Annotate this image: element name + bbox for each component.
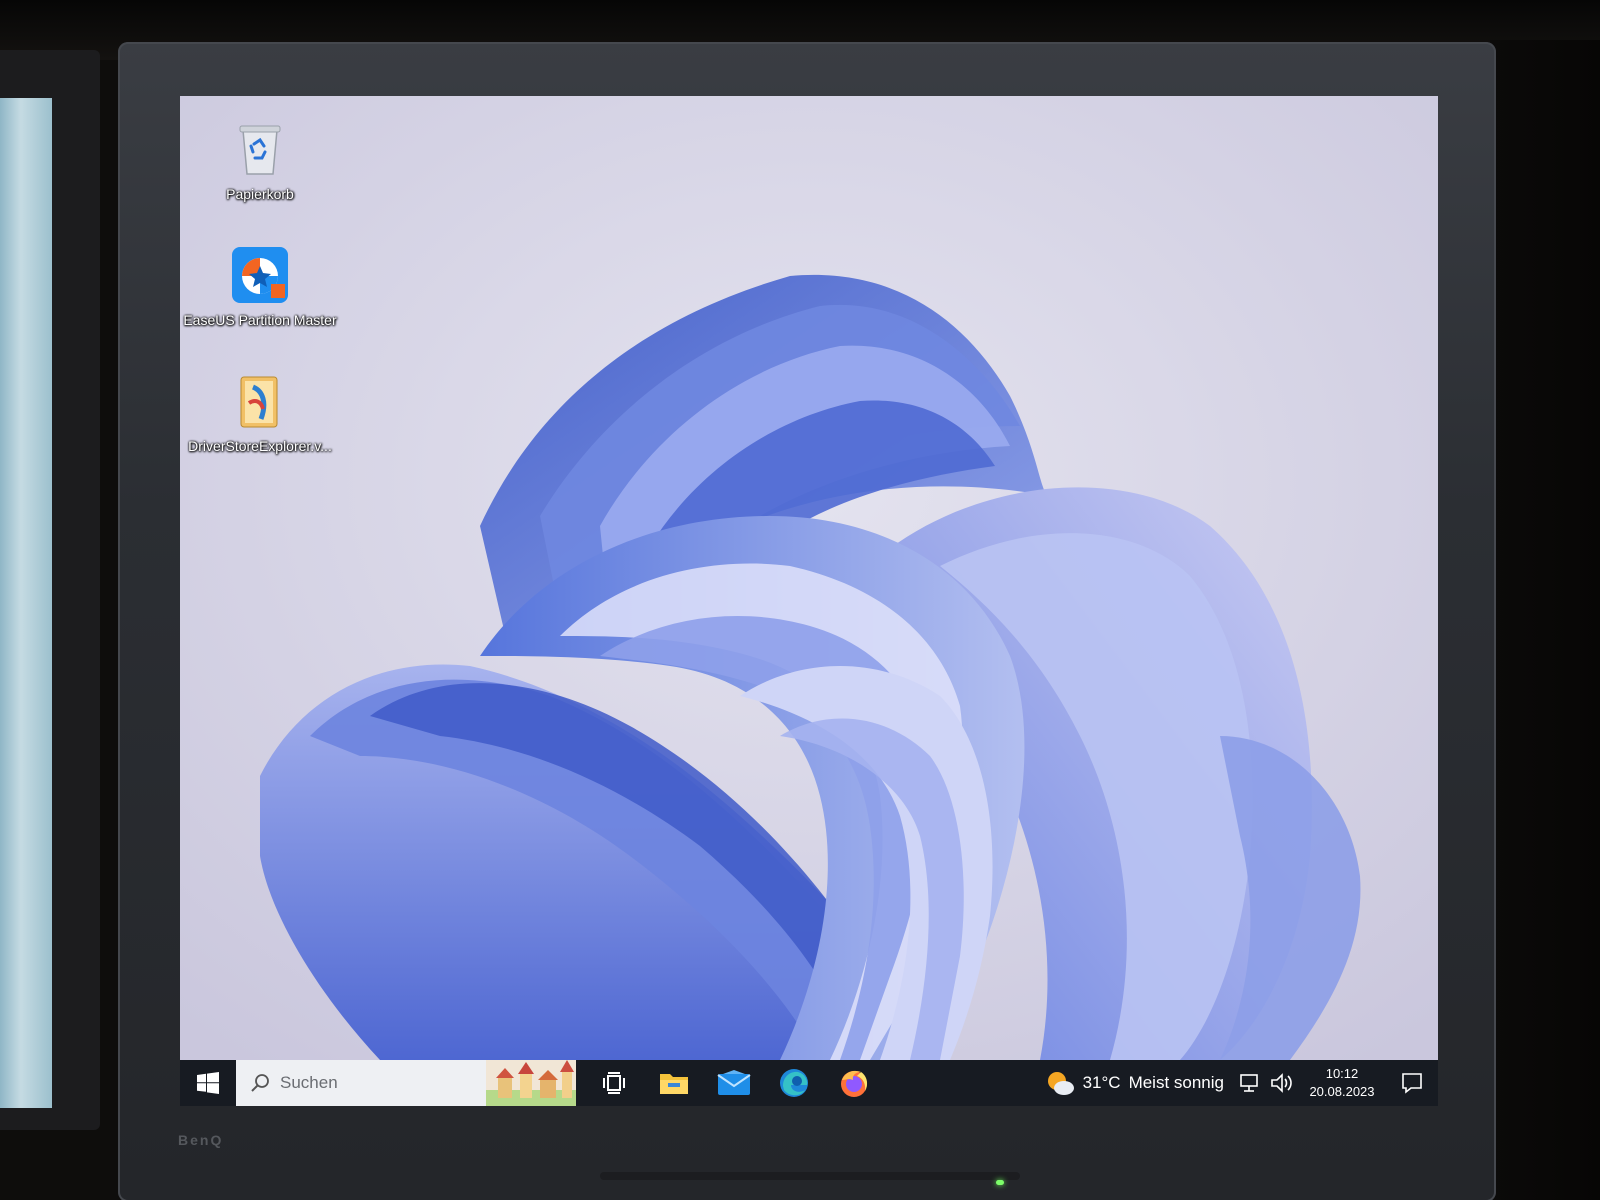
adjacent-monitor — [0, 50, 100, 1130]
recycle-bin-icon — [229, 118, 291, 180]
clock-time: 10:12 — [1325, 1066, 1359, 1081]
sun-cloud-icon — [1047, 1072, 1074, 1095]
network-icon — [1240, 1074, 1258, 1092]
taskbar-mail[interactable] — [704, 1060, 764, 1106]
windows-logo-icon — [197, 1072, 219, 1094]
room-shadow — [1490, 40, 1600, 1200]
driverstore-explorer-icon — [229, 370, 291, 432]
adjacent-monitor-screen — [0, 98, 52, 1108]
search-box[interactable]: Suchen — [236, 1060, 576, 1106]
monitor-brand-logo: BenQ — [178, 1132, 224, 1148]
volume-button[interactable] — [1266, 1060, 1298, 1106]
weather-temperature: 31°C — [1082, 1073, 1121, 1092]
notification-center-button[interactable] — [1386, 1060, 1438, 1106]
folder-icon — [660, 1074, 688, 1094]
wallpaper — [180, 96, 1438, 1060]
search-placeholder: Suchen — [280, 1073, 338, 1092]
weather-condition: Meist sonnig — [1128, 1073, 1224, 1092]
search-highlight-illustration — [486, 1060, 576, 1106]
volume-icon — [1271, 1073, 1292, 1093]
power-led — [996, 1180, 1004, 1185]
desktop-icon-label: Papierkorb — [226, 186, 294, 202]
taskbar: Suchen 31°C Meist sonnig 10:12 20.08.202… — [180, 1060, 1438, 1106]
notification-icon — [1402, 1073, 1422, 1094]
firefox-icon — [841, 1070, 868, 1097]
desktop-screen: Papierkorb EaseUS Partition Master Drive — [180, 96, 1438, 1106]
task-view-icon — [603, 1072, 625, 1094]
easeus-partition-master-icon — [229, 244, 291, 306]
edge-icon — [780, 1069, 808, 1097]
clock-date: 20.08.2023 — [1309, 1084, 1375, 1099]
network-button[interactable] — [1234, 1060, 1266, 1106]
desktop-icon-label: DriverStoreExplorer.v... — [188, 438, 332, 454]
clock[interactable]: 10:12 20.08.2023 — [1298, 1060, 1386, 1106]
desktop-icon-label: EaseUS Partition Master — [183, 312, 337, 328]
taskbar-file-explorer[interactable] — [644, 1060, 704, 1106]
monitor-button-strip — [600, 1172, 1020, 1180]
system-tray: 31°C Meist sonnig 10:12 20.08.2023 — [1035, 1060, 1438, 1106]
desktop-icon-recycle-bin[interactable]: Papierkorb — [180, 118, 340, 202]
desktop-icon-easeus-partition-master[interactable]: EaseUS Partition Master — [180, 244, 340, 328]
taskbar-edge[interactable] — [764, 1060, 824, 1106]
taskbar-firefox[interactable] — [824, 1060, 884, 1106]
start-button[interactable] — [180, 1060, 236, 1106]
desktop-icon-driverstore-explorer[interactable]: DriverStoreExplorer.v... — [180, 370, 340, 454]
mail-icon — [717, 1070, 751, 1095]
weather-widget[interactable]: 31°C Meist sonnig — [1035, 1060, 1234, 1106]
taskbar-task-view[interactable] — [584, 1060, 644, 1106]
search-icon — [251, 1074, 269, 1092]
